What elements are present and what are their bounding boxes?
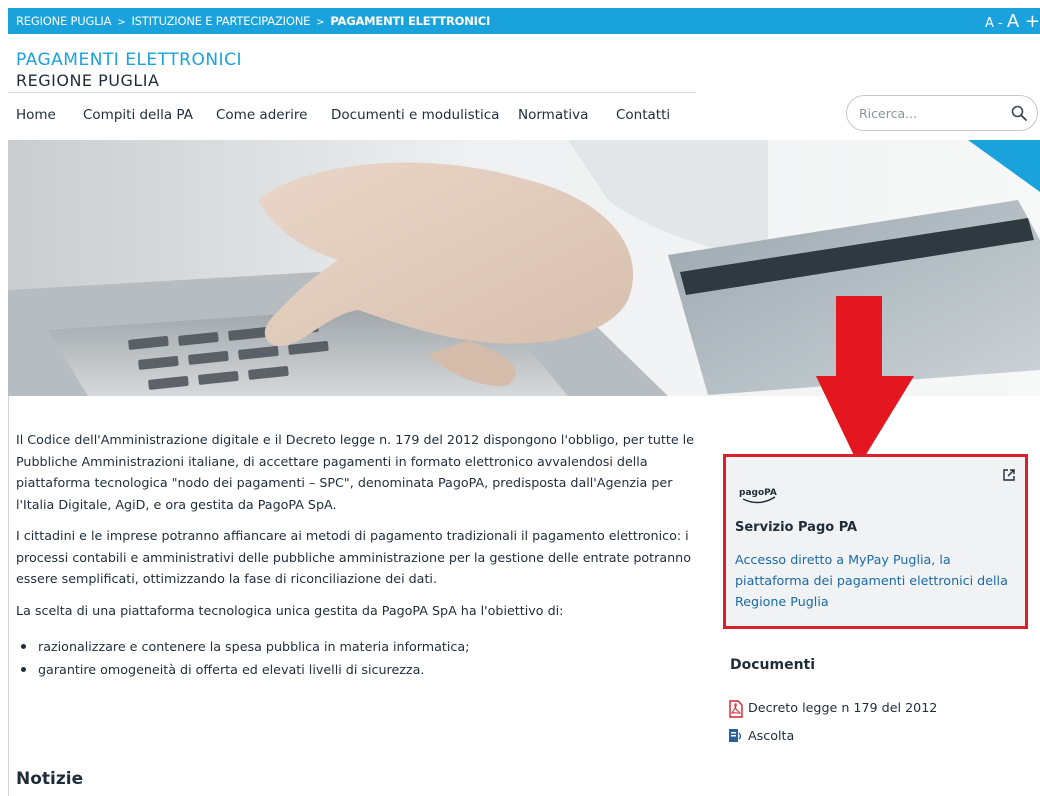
document-label[interactable]: Ascolta bbox=[748, 728, 794, 743]
list-item: garantire omogeneità di offerta ed eleva… bbox=[16, 658, 696, 681]
site-title[interactable]: PAGAMENTI ELETTRONICI bbox=[16, 51, 242, 70]
pdf-icon bbox=[729, 700, 743, 718]
pagopa-logo-text: pagoPA bbox=[739, 488, 777, 498]
main-content: Il Codice dell'Amministrazione digitale … bbox=[16, 429, 696, 681]
document-label[interactable]: Decreto legge n 179 del 2012 bbox=[748, 700, 937, 715]
external-link-icon[interactable] bbox=[1003, 469, 1015, 481]
nav-item-come-aderire[interactable]: Come aderire bbox=[216, 107, 307, 123]
breadcrumb-item-istituzione[interactable]: ISTITUZIONE E PARTECIPAZIONE bbox=[131, 14, 310, 28]
pagopa-service-card[interactable]: pagoPA Servizio Pago PA Accesso diretto … bbox=[723, 454, 1028, 629]
list-item: razionalizzare e contenere la spesa pubb… bbox=[16, 635, 696, 658]
nav-item-contatti[interactable]: Contatti bbox=[616, 107, 670, 123]
font-decrease-button[interactable]: A - bbox=[985, 16, 1003, 31]
service-card-description[interactable]: Accesso diretto a MyPay Puglia, la piatt… bbox=[735, 549, 1020, 612]
intro-paragraph: Il Codice dell'Amministrazione digitale … bbox=[16, 432, 694, 512]
audio-icon bbox=[729, 729, 742, 742]
breadcrumb-separator: > bbox=[316, 17, 325, 28]
nav-item-home[interactable]: Home bbox=[16, 107, 56, 123]
nav-item-compiti[interactable]: Compiti della PA bbox=[83, 107, 193, 123]
red-arrow-annotation bbox=[816, 296, 914, 466]
font-size-controls: A - A + bbox=[985, 11, 1040, 32]
pagopa-logo: pagoPA bbox=[739, 484, 781, 509]
objectives-list: razionalizzare e contenere la spesa pubb… bbox=[16, 635, 696, 681]
divider bbox=[8, 92, 696, 93]
breadcrumb-item-current: PAGAMENTI ELETTRONICI bbox=[330, 14, 491, 28]
top-bar: REGIONE PUGLIA > ISTITUZIONE E PARTECIPAZI… bbox=[8, 8, 1040, 34]
divider bbox=[8, 396, 9, 796]
font-increase-button[interactable]: A + bbox=[1007, 11, 1040, 32]
nav-item-documenti[interactable]: Documenti e modulistica bbox=[331, 107, 499, 123]
search-box bbox=[846, 95, 1038, 131]
breadcrumb-item-regione-puglia[interactable]: REGIONE PUGLIA bbox=[16, 14, 111, 28]
objective-paragraph: La scelta di una piattaforma tecnologica… bbox=[16, 602, 564, 618]
breadcrumb-separator: > bbox=[117, 17, 126, 28]
search-icon[interactable] bbox=[1011, 105, 1027, 121]
site-subtitle: REGIONE PUGLIA bbox=[16, 71, 160, 90]
service-card-title[interactable]: Servizio Pago PA bbox=[735, 520, 857, 535]
documents-title: Documenti bbox=[730, 657, 816, 673]
citizens-paragraph: I cittadini e le imprese potranno affian… bbox=[16, 528, 691, 586]
nav-item-normativa[interactable]: Normativa bbox=[518, 107, 588, 123]
pagopa-logo-icon: pagoPA bbox=[739, 488, 777, 504]
breadcrumb: REGIONE PUGLIA > ISTITUZIONE E PARTECIPAZI… bbox=[16, 14, 490, 28]
news-section-title: Notizie bbox=[16, 769, 84, 789]
search-input[interactable] bbox=[859, 104, 999, 122]
